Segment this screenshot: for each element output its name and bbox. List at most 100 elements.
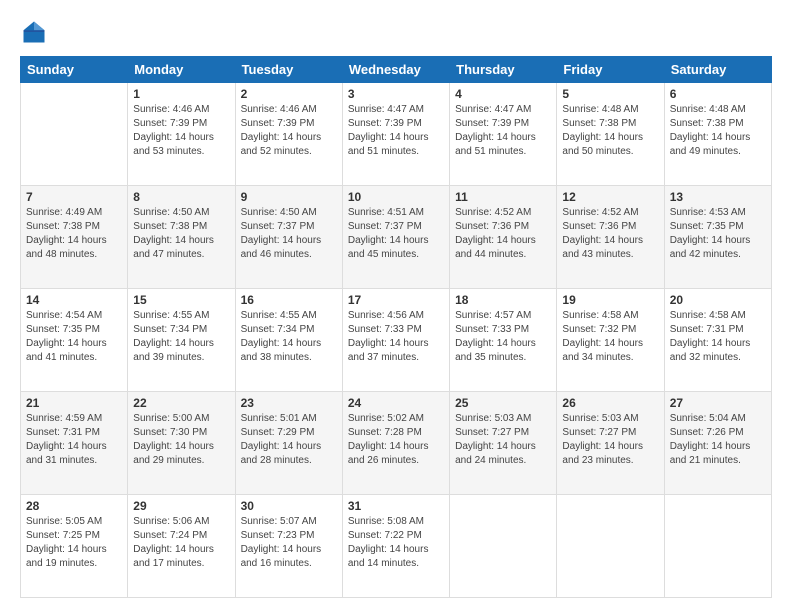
cell-content: Sunrise: 4:48 AM Sunset: 7:38 PM Dayligh… bbox=[670, 103, 766, 159]
calendar-day-header: Thursday bbox=[450, 57, 557, 83]
calendar-day-header: Monday bbox=[128, 57, 235, 83]
calendar-cell bbox=[664, 495, 771, 598]
calendar-cell: 21 Sunrise: 4:59 AM Sunset: 7:31 PM Dayli… bbox=[21, 392, 128, 495]
calendar-cell: 26 Sunrise: 5:03 AM Sunset: 7:27 PM Dayli… bbox=[557, 392, 664, 495]
logo-icon bbox=[20, 18, 48, 46]
cell-content: Sunrise: 5:05 AM Sunset: 7:25 PM Dayligh… bbox=[26, 515, 122, 571]
calendar-cell: 4 Sunrise: 4:47 AM Sunset: 7:39 PM Daylig… bbox=[450, 83, 557, 186]
calendar-week-row: 21 Sunrise: 4:59 AM Sunset: 7:31 PM Dayli… bbox=[21, 392, 772, 495]
calendar-cell: 11 Sunrise: 4:52 AM Sunset: 7:36 PM Dayli… bbox=[450, 186, 557, 289]
cell-content: Sunrise: 4:53 AM Sunset: 7:35 PM Dayligh… bbox=[670, 206, 766, 262]
calendar-cell: 27 Sunrise: 5:04 AM Sunset: 7:26 PM Dayli… bbox=[664, 392, 771, 495]
calendar-cell: 12 Sunrise: 4:52 AM Sunset: 7:36 PM Dayli… bbox=[557, 186, 664, 289]
day-number: 5 bbox=[562, 87, 658, 101]
cell-content: Sunrise: 5:02 AM Sunset: 7:28 PM Dayligh… bbox=[348, 412, 444, 468]
calendar-cell: 31 Sunrise: 5:08 AM Sunset: 7:22 PM Dayli… bbox=[342, 495, 449, 598]
cell-content: Sunrise: 4:46 AM Sunset: 7:39 PM Dayligh… bbox=[241, 103, 337, 159]
calendar-cell: 2 Sunrise: 4:46 AM Sunset: 7:39 PM Daylig… bbox=[235, 83, 342, 186]
day-number: 10 bbox=[348, 190, 444, 204]
calendar-cell: 13 Sunrise: 4:53 AM Sunset: 7:35 PM Dayli… bbox=[664, 186, 771, 289]
cell-content: Sunrise: 4:48 AM Sunset: 7:38 PM Dayligh… bbox=[562, 103, 658, 159]
day-number: 1 bbox=[133, 87, 229, 101]
cell-content: Sunrise: 4:49 AM Sunset: 7:38 PM Dayligh… bbox=[26, 206, 122, 262]
day-number: 15 bbox=[133, 293, 229, 307]
day-number: 11 bbox=[455, 190, 551, 204]
cell-content: Sunrise: 4:52 AM Sunset: 7:36 PM Dayligh… bbox=[562, 206, 658, 262]
cell-content: Sunrise: 4:50 AM Sunset: 7:37 PM Dayligh… bbox=[241, 206, 337, 262]
calendar-week-row: 7Sunrise: 4:49 AM Sunset: 7:38 PM Daylig… bbox=[21, 186, 772, 289]
day-number: 14 bbox=[26, 293, 122, 307]
calendar-cell: 24Sunrise: 5:02 AM Sunset: 7:28 PM Dayli… bbox=[342, 392, 449, 495]
cell-content: Sunrise: 5:08 AM Sunset: 7:22 PM Dayligh… bbox=[348, 515, 444, 571]
calendar-table: SundayMondayTuesdayWednesdayThursdayFrid… bbox=[20, 56, 772, 598]
cell-content: Sunrise: 4:56 AM Sunset: 7:33 PM Dayligh… bbox=[348, 309, 444, 365]
day-number: 31 bbox=[348, 499, 444, 513]
cell-content: Sunrise: 4:54 AM Sunset: 7:35 PM Dayligh… bbox=[26, 309, 122, 365]
day-number: 6 bbox=[670, 87, 766, 101]
calendar-day-header: Sunday bbox=[21, 57, 128, 83]
cell-content: Sunrise: 5:06 AM Sunset: 7:24 PM Dayligh… bbox=[133, 515, 229, 571]
calendar-week-row: 14 Sunrise: 4:54 AM Sunset: 7:35 PM Dayli… bbox=[21, 289, 772, 392]
day-number: 20 bbox=[670, 293, 766, 307]
calendar-cell: 23 Sunrise: 5:01 AM Sunset: 7:29 PM Dayli… bbox=[235, 392, 342, 495]
day-number: 27 bbox=[670, 396, 766, 410]
day-number: 4 bbox=[455, 87, 551, 101]
day-number: 21 bbox=[26, 396, 122, 410]
calendar-cell: 9 Sunrise: 4:50 AM Sunset: 7:37 PM Daylig… bbox=[235, 186, 342, 289]
day-number: 13 bbox=[670, 190, 766, 204]
calendar-cell: 3Sunrise: 4:47 AM Sunset: 7:39 PM Daylig… bbox=[342, 83, 449, 186]
day-number: 9 bbox=[241, 190, 337, 204]
cell-content: Sunrise: 4:47 AM Sunset: 7:39 PM Dayligh… bbox=[455, 103, 551, 159]
calendar-cell: 6 Sunrise: 4:48 AM Sunset: 7:38 PM Daylig… bbox=[664, 83, 771, 186]
cell-content: Sunrise: 5:04 AM Sunset: 7:26 PM Dayligh… bbox=[670, 412, 766, 468]
cell-content: Sunrise: 4:55 AM Sunset: 7:34 PM Dayligh… bbox=[241, 309, 337, 365]
day-number: 17 bbox=[348, 293, 444, 307]
day-number: 29 bbox=[133, 499, 229, 513]
day-number: 12 bbox=[562, 190, 658, 204]
day-number: 8 bbox=[133, 190, 229, 204]
day-number: 25 bbox=[455, 396, 551, 410]
cell-content: Sunrise: 4:57 AM Sunset: 7:33 PM Dayligh… bbox=[455, 309, 551, 365]
cell-content: Sunrise: 4:58 AM Sunset: 7:31 PM Dayligh… bbox=[670, 309, 766, 365]
cell-content: Sunrise: 4:59 AM Sunset: 7:31 PM Dayligh… bbox=[26, 412, 122, 468]
calendar-week-row: 28 Sunrise: 5:05 AM Sunset: 7:25 PM Dayli… bbox=[21, 495, 772, 598]
day-number: 26 bbox=[562, 396, 658, 410]
calendar-cell: 25 Sunrise: 5:03 AM Sunset: 7:27 PM Dayli… bbox=[450, 392, 557, 495]
page: SundayMondayTuesdayWednesdayThursdayFrid… bbox=[0, 0, 792, 612]
calendar-day-header: Saturday bbox=[664, 57, 771, 83]
day-number: 23 bbox=[241, 396, 337, 410]
calendar-cell: 19Sunrise: 4:58 AM Sunset: 7:32 PM Dayli… bbox=[557, 289, 664, 392]
calendar-cell: 5 Sunrise: 4:48 AM Sunset: 7:38 PM Daylig… bbox=[557, 83, 664, 186]
cell-content: Sunrise: 5:01 AM Sunset: 7:29 PM Dayligh… bbox=[241, 412, 337, 468]
calendar-cell: 15Sunrise: 4:55 AM Sunset: 7:34 PM Dayli… bbox=[128, 289, 235, 392]
day-number: 22 bbox=[133, 396, 229, 410]
calendar-cell: 18 Sunrise: 4:57 AM Sunset: 7:33 PM Dayli… bbox=[450, 289, 557, 392]
calendar-cell: 30Sunrise: 5:07 AM Sunset: 7:23 PM Dayli… bbox=[235, 495, 342, 598]
day-number: 18 bbox=[455, 293, 551, 307]
calendar-cell: 22 Sunrise: 5:00 AM Sunset: 7:30 PM Dayli… bbox=[128, 392, 235, 495]
cell-content: Sunrise: 4:58 AM Sunset: 7:32 PM Dayligh… bbox=[562, 309, 658, 365]
day-number: 2 bbox=[241, 87, 337, 101]
cell-content: Sunrise: 4:46 AM Sunset: 7:39 PM Dayligh… bbox=[133, 103, 229, 159]
cell-content: Sunrise: 4:50 AM Sunset: 7:38 PM Dayligh… bbox=[133, 206, 229, 262]
cell-content: Sunrise: 5:03 AM Sunset: 7:27 PM Dayligh… bbox=[562, 412, 658, 468]
cell-content: Sunrise: 4:51 AM Sunset: 7:37 PM Dayligh… bbox=[348, 206, 444, 262]
calendar-cell: 10 Sunrise: 4:51 AM Sunset: 7:37 PM Dayli… bbox=[342, 186, 449, 289]
calendar-header-row: SundayMondayTuesdayWednesdayThursdayFrid… bbox=[21, 57, 772, 83]
cell-content: Sunrise: 5:03 AM Sunset: 7:27 PM Dayligh… bbox=[455, 412, 551, 468]
cell-content: Sunrise: 4:52 AM Sunset: 7:36 PM Dayligh… bbox=[455, 206, 551, 262]
calendar-cell: 7Sunrise: 4:49 AM Sunset: 7:38 PM Daylig… bbox=[21, 186, 128, 289]
logo bbox=[20, 18, 52, 46]
cell-content: Sunrise: 5:00 AM Sunset: 7:30 PM Dayligh… bbox=[133, 412, 229, 468]
cell-content: Sunrise: 4:47 AM Sunset: 7:39 PM Dayligh… bbox=[348, 103, 444, 159]
day-number: 30 bbox=[241, 499, 337, 513]
calendar-cell: 8 Sunrise: 4:50 AM Sunset: 7:38 PM Daylig… bbox=[128, 186, 235, 289]
calendar-cell: 14 Sunrise: 4:54 AM Sunset: 7:35 PM Dayli… bbox=[21, 289, 128, 392]
calendar-week-row: 1 Sunrise: 4:46 AM Sunset: 7:39 PM Daylig… bbox=[21, 83, 772, 186]
calendar-cell: 29 Sunrise: 5:06 AM Sunset: 7:24 PM Dayli… bbox=[128, 495, 235, 598]
calendar-cell: 16 Sunrise: 4:55 AM Sunset: 7:34 PM Dayli… bbox=[235, 289, 342, 392]
day-number: 16 bbox=[241, 293, 337, 307]
calendar-day-header: Wednesday bbox=[342, 57, 449, 83]
calendar-cell bbox=[557, 495, 664, 598]
day-number: 28 bbox=[26, 499, 122, 513]
